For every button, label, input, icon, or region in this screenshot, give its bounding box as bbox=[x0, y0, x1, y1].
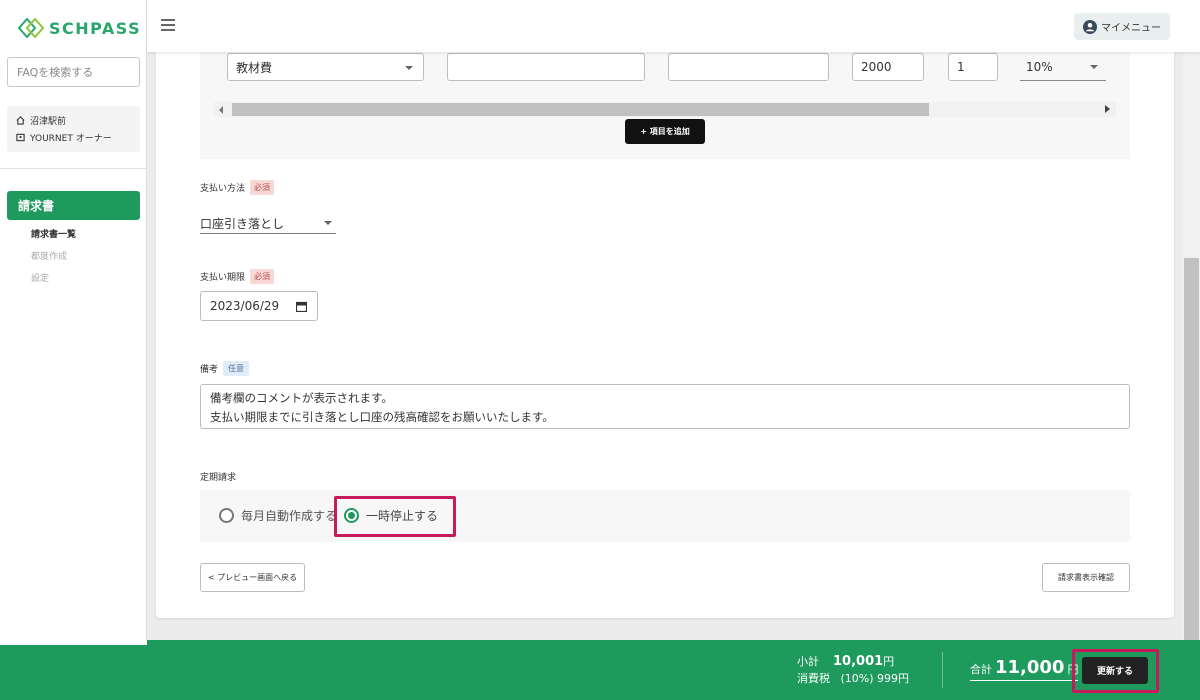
recurring-label-row: 定期請求 bbox=[200, 470, 236, 483]
subnav-one-time-create[interactable]: 都度作成 bbox=[31, 251, 76, 273]
faq-search-input[interactable] bbox=[7, 57, 140, 87]
radio-pause[interactable]: 一時停止する bbox=[344, 507, 438, 524]
items-horizontal-scrollbar[interactable] bbox=[214, 102, 1116, 117]
currency-label: 円 bbox=[898, 672, 910, 685]
tax-label: 消費税 bbox=[797, 672, 830, 685]
item-name-input[interactable] bbox=[447, 53, 645, 81]
total-value: 11,000 bbox=[995, 657, 1065, 678]
subtotal-block: 小計 10,001円 消費税 (10%) 999円 bbox=[797, 653, 909, 687]
recurring-radio-group: 毎月自動作成する 一時停止する bbox=[200, 490, 1130, 542]
total-label: 合計 bbox=[970, 663, 992, 676]
footer-divider bbox=[942, 652, 943, 688]
remarks-label-row: 備考 任意 bbox=[200, 361, 250, 376]
subnav-settings[interactable]: 設定 bbox=[31, 273, 76, 295]
calendar-icon[interactable] bbox=[296, 301, 307, 312]
invoice-edit-form: 教材費 2000 1 10% + 項目を追加 支払い方法 必須 口座引き落とし … bbox=[156, 52, 1174, 618]
sidebar-divider bbox=[0, 168, 147, 169]
remarks-label: 備考 bbox=[200, 365, 219, 375]
update-button[interactable]: 更新する bbox=[1082, 657, 1148, 684]
required-badge: 必須 bbox=[250, 180, 275, 195]
home-icon bbox=[16, 116, 25, 125]
recurring-label: 定期請求 bbox=[200, 473, 237, 483]
radio-checked-icon bbox=[344, 508, 359, 523]
invoice-items-area: 教材費 2000 1 10% + 項目を追加 bbox=[200, 52, 1130, 159]
sidebar-item-invoice[interactable]: 請求書 bbox=[7, 191, 140, 220]
currency-label: 円 bbox=[883, 655, 895, 668]
item-note-input[interactable] bbox=[668, 53, 829, 81]
sidebar: SCHPASS 沼津駅前 YOURNET オーナー 請求書 請求書一覧 都度作成… bbox=[0, 0, 147, 645]
logo[interactable]: SCHPASS bbox=[18, 18, 141, 38]
scroll-left-icon[interactable] bbox=[219, 106, 223, 114]
chevron-down-icon bbox=[405, 66, 413, 70]
currency-label: 円 bbox=[1067, 663, 1079, 676]
org-info: 沼津駅前 YOURNET オーナー bbox=[7, 106, 140, 152]
due-date-label-row: 支払い期限 必須 bbox=[200, 269, 275, 284]
tax-rate-select[interactable]: 10% bbox=[1020, 53, 1106, 81]
radio-unchecked-icon bbox=[219, 508, 234, 523]
page-scrollbar[interactable] bbox=[1183, 52, 1200, 645]
item-type-value: 教材費 bbox=[236, 60, 273, 75]
optional-badge: 任意 bbox=[223, 361, 250, 376]
id-card-icon bbox=[16, 133, 25, 142]
payment-method-value: 口座引き落とし bbox=[200, 217, 285, 231]
due-date-input[interactable]: 2023/06/29 bbox=[200, 291, 318, 321]
chevron-down-icon bbox=[324, 221, 332, 225]
tax-rate-footer: (10%) bbox=[840, 672, 874, 685]
hamburger-menu-icon[interactable] bbox=[161, 19, 175, 31]
chevron-down-icon bbox=[1090, 65, 1098, 69]
top-header: マイメニュー bbox=[147, 0, 1200, 52]
brand-name: SCHPASS bbox=[49, 18, 142, 38]
logo-icon bbox=[18, 18, 44, 38]
my-menu-label: マイメニュー bbox=[1101, 23, 1161, 34]
subnav-invoice-list[interactable]: 請求書一覧 bbox=[31, 229, 76, 251]
footer-summary-bar: 小計 10,001円 消費税 (10%) 999円 合計 11,000 円 更新… bbox=[0, 640, 1200, 700]
unit-price-input[interactable]: 2000 bbox=[852, 53, 924, 81]
sidebar-subnav: 請求書一覧 都度作成 設定 bbox=[31, 229, 76, 295]
total-block: 合計 11,000 円 bbox=[970, 657, 1079, 681]
add-item-button[interactable]: + 項目を追加 bbox=[625, 119, 705, 144]
required-badge: 必須 bbox=[250, 269, 275, 284]
radio-pause-label: 一時停止する bbox=[366, 509, 439, 523]
remarks-textarea[interactable]: 備考欄のコメントが表示されます。 支払い期限までに引き落とし口座の残高確認をお願… bbox=[200, 384, 1130, 429]
quantity-input[interactable]: 1 bbox=[948, 53, 998, 81]
account-circle-icon bbox=[1083, 19, 1097, 34]
tax-rate-value: 10% bbox=[1026, 59, 1053, 74]
scroll-right-icon[interactable] bbox=[1105, 105, 1110, 113]
payment-method-select[interactable]: 口座引き落とし bbox=[200, 212, 336, 234]
radio-auto-create[interactable]: 毎月自動作成する bbox=[219, 507, 337, 524]
user-role: YOURNET オーナー bbox=[30, 134, 112, 144]
back-to-preview-button[interactable]: < プレビュー画面へ戻る bbox=[200, 563, 305, 592]
item-type-select[interactable]: 教材費 bbox=[227, 53, 424, 81]
horizontal-scroll-thumb[interactable] bbox=[232, 103, 929, 116]
school-name: 沼津駅前 bbox=[30, 117, 67, 127]
due-date-label: 支払い期限 bbox=[200, 273, 246, 283]
subtotal-label: 小計 bbox=[797, 655, 819, 668]
tax-value: 999 bbox=[877, 672, 899, 685]
payment-method-label-row: 支払い方法 必須 bbox=[200, 180, 275, 195]
remarks-line-2: 支払い期限までに引き落とし口座の残高確認をお願いいたします。 bbox=[210, 410, 554, 424]
radio-auto-create-label: 毎月自動作成する bbox=[241, 509, 338, 523]
due-date-value: 2023/06/29 bbox=[210, 299, 280, 313]
remarks-line-1: 備考欄のコメントが表示されます。 bbox=[210, 391, 393, 405]
my-menu-button[interactable]: マイメニュー bbox=[1074, 13, 1170, 40]
payment-method-label: 支払い方法 bbox=[200, 184, 246, 194]
invoice-display-confirm-button[interactable]: 請求書表示確認 bbox=[1042, 563, 1130, 592]
subtotal-value: 10,001 bbox=[833, 654, 884, 669]
scrollbar-thumb[interactable] bbox=[1184, 258, 1199, 644]
